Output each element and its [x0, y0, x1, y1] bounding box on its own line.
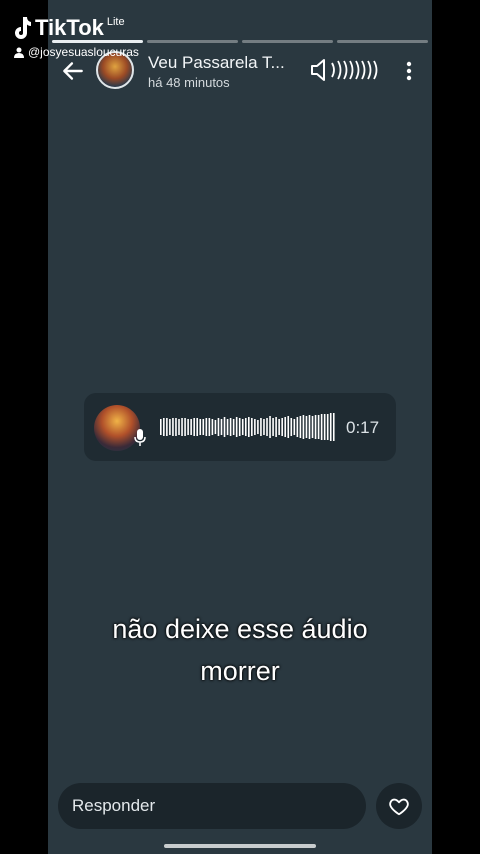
story-time: há 48 minutos — [148, 75, 230, 90]
mic-icon — [134, 429, 146, 446]
waveform-bar — [217, 418, 220, 436]
waveform-bar — [226, 419, 229, 435]
waveform-bar — [199, 419, 202, 435]
waveform-bar — [184, 418, 186, 436]
waveform-bar — [163, 418, 165, 436]
waveform-bar — [299, 416, 302, 438]
back-arrow-icon[interactable] — [60, 58, 86, 84]
watermark-username: @josyesuasloucuras — [14, 45, 139, 59]
waveform-bar — [302, 415, 305, 439]
waveform-bar — [190, 419, 192, 435]
waveform-bar — [251, 418, 253, 436]
tiktok-brand: TikTok — [35, 15, 104, 40]
waveform-bar — [293, 419, 296, 435]
username-text: @josyesuasloucuras — [28, 45, 139, 59]
waveform-bar — [305, 416, 308, 438]
waveform-bar — [332, 413, 335, 441]
waveform-bar — [272, 418, 274, 436]
home-indicator[interactable] — [164, 844, 316, 848]
waveform-bar — [281, 418, 283, 436]
waveform-bar — [263, 419, 265, 435]
waveform-bar — [257, 420, 259, 434]
waveform-bar — [202, 419, 205, 435]
heart-icon — [389, 798, 409, 816]
waveform-bar — [223, 417, 226, 437]
tiktok-variant: Lite — [106, 16, 125, 28]
waveform-bar — [287, 416, 290, 438]
waveform-bar — [326, 414, 329, 440]
waveform-bar — [196, 418, 199, 436]
waveform-bar — [172, 418, 174, 436]
waveform-bar — [278, 419, 280, 435]
waveform-bar — [329, 413, 332, 441]
waveform-bar — [308, 415, 311, 439]
waveform-bar — [211, 419, 214, 435]
story-progress — [48, 40, 432, 43]
more-vertical-icon[interactable] — [402, 60, 416, 82]
waveform-bar — [169, 419, 171, 435]
waveform-bar — [260, 418, 262, 436]
waveform-bar — [317, 415, 320, 439]
waveform-bar — [235, 417, 238, 437]
waveform-bar — [187, 419, 189, 435]
caption-line: não deixe esse áudio — [112, 614, 368, 644]
caption-line: morrer — [200, 656, 280, 686]
waveform-bar — [284, 417, 287, 437]
waveform-bar — [166, 418, 168, 436]
waveform-bar — [205, 418, 208, 436]
waveform-bar — [266, 418, 268, 436]
waveform-bar — [193, 418, 195, 436]
waveform-bar — [311, 416, 314, 438]
waveform-bar — [269, 416, 271, 438]
like-button[interactable] — [376, 783, 422, 829]
waveform-bar — [232, 419, 235, 435]
audio-waveform[interactable] — [160, 412, 336, 442]
waveform-bar — [275, 417, 277, 437]
waveform-bar — [241, 419, 244, 435]
story-title[interactable]: Veu Passarela T... — [148, 53, 285, 73]
waveform-bar — [238, 418, 241, 436]
progress-segment — [242, 40, 333, 43]
waveform-bar — [254, 419, 256, 435]
waveform-bar — [178, 419, 180, 435]
progress-segment — [147, 40, 238, 43]
waveform-bar — [175, 418, 177, 436]
story-caption: não deixe esse áudio morrer — [48, 608, 432, 692]
volume-icon[interactable] — [310, 58, 382, 82]
tiktok-note-icon — [15, 17, 31, 39]
waveform-bar — [314, 415, 317, 439]
voice-message-card[interactable]: 0:17 — [84, 393, 396, 461]
waveform-bar — [248, 417, 250, 437]
waveform-bar — [244, 418, 247, 436]
audio-duration: 0:17 — [346, 418, 380, 437]
waveform-bar — [296, 417, 299, 437]
waveform-bar — [320, 414, 323, 440]
waveform-bar — [214, 420, 217, 434]
reply-input[interactable]: Responder — [58, 783, 366, 829]
waveform-bar — [208, 418, 211, 436]
waveform-bar — [229, 418, 232, 436]
waveform-bar — [290, 418, 293, 436]
progress-segment — [52, 40, 143, 43]
tiktok-watermark: TikTok Lite — [12, 14, 125, 40]
person-icon — [14, 47, 24, 58]
waveform-bar — [220, 419, 223, 435]
waveform-bar — [323, 414, 326, 440]
progress-segment — [337, 40, 428, 43]
waveform-bar — [181, 418, 183, 436]
waveform-bar — [160, 419, 162, 435]
